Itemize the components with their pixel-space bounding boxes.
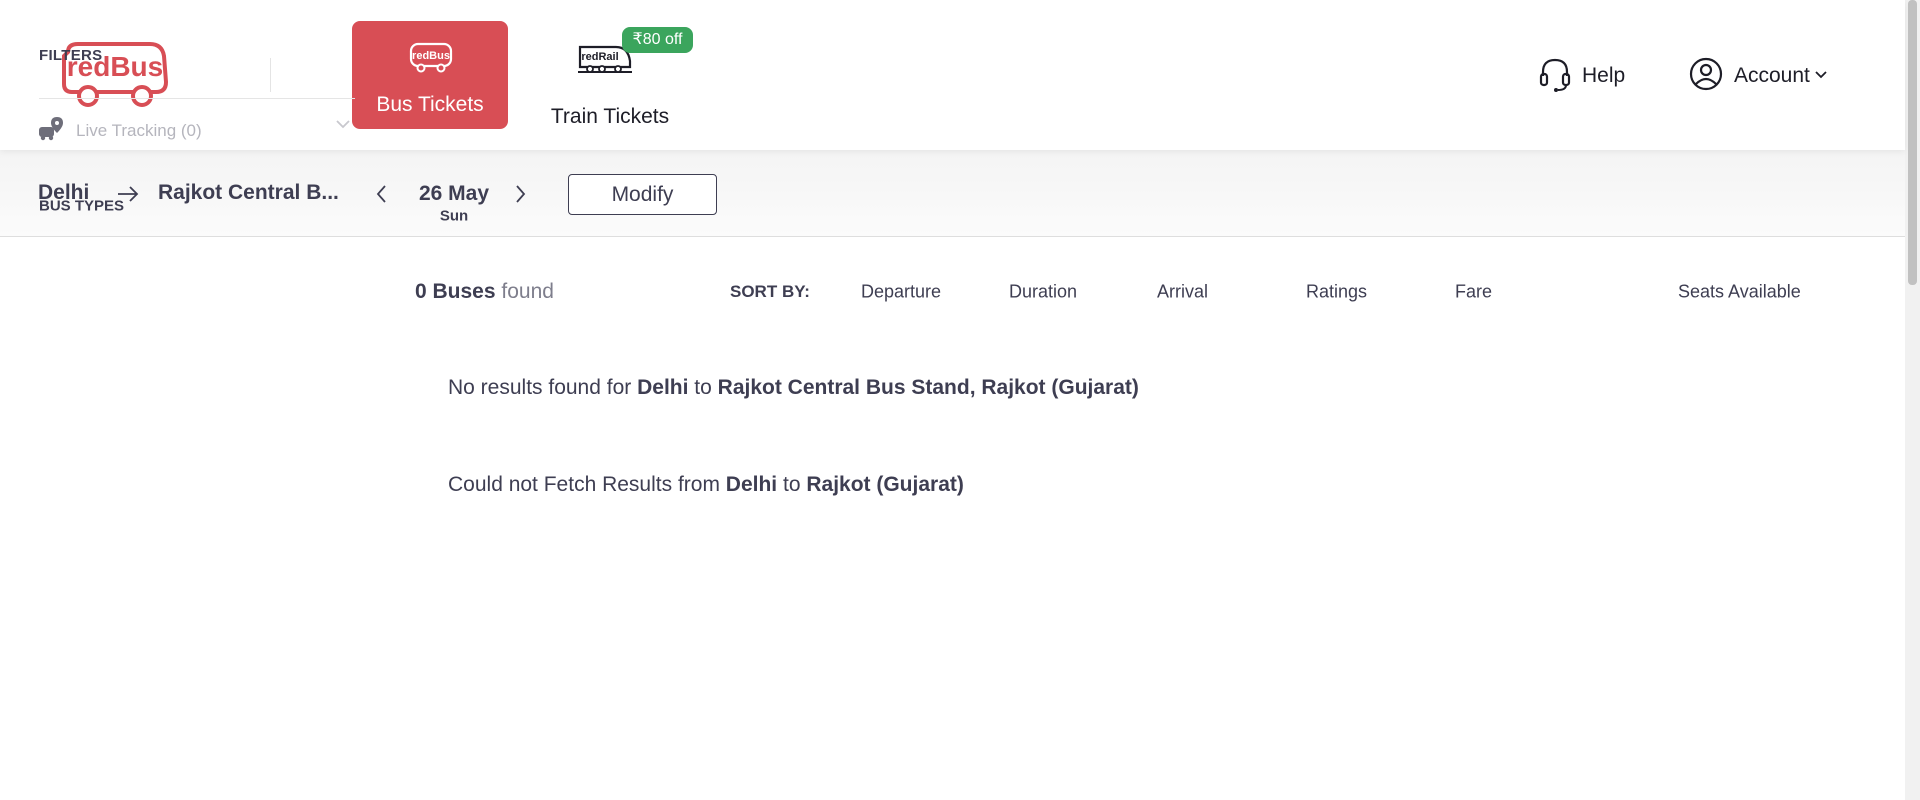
help-link[interactable]: Help: [1538, 56, 1625, 96]
live-tracking-filter[interactable]: Live Tracking (0): [38, 115, 202, 146]
live-tracking-label: Live Tracking (0): [76, 120, 202, 140]
no-results-prefix: No results found for: [448, 376, 632, 399]
buses-count: 0 Buses: [415, 280, 496, 303]
sort-departure[interactable]: Departure: [861, 282, 941, 303]
chevron-down-icon: [1814, 67, 1828, 85]
journey-date: 26 May: [418, 182, 490, 205]
no-results-to: Rajkot Central Bus Stand, Rajkot (Gujara…: [717, 376, 1139, 399]
account-menu[interactable]: Account: [1688, 56, 1828, 96]
account-label: Account: [1734, 64, 1810, 87]
help-label: Help: [1582, 64, 1626, 87]
page-scrollbar[interactable]: [1905, 0, 1920, 800]
tab-bus-tickets-label: Bus Tickets: [376, 93, 484, 116]
chevron-left-icon[interactable]: [374, 183, 388, 210]
bus-icon: redBus: [408, 41, 454, 73]
sort-ratings[interactable]: Ratings: [1306, 282, 1367, 303]
fetch-error-joiner: to: [782, 473, 801, 496]
buses-found-count: 0 Buses found: [415, 280, 554, 304]
train-icon-text: redRail: [581, 51, 618, 63]
bus-types-heading: BUS TYPES: [39, 197, 125, 215]
top-header: redBus redBus Bus Tickets redRail Train …: [0, 0, 1905, 150]
map-pin-bus-icon: [38, 115, 64, 146]
sort-arrival[interactable]: Arrival: [1157, 282, 1208, 303]
headset-icon: [1538, 56, 1572, 97]
buses-count-suffix: found: [501, 280, 554, 303]
fetch-error-from: Delhi: [725, 473, 778, 496]
no-results-joiner: to: [694, 376, 712, 399]
journey-day: Sun: [439, 207, 469, 225]
user-circle-icon: [1688, 56, 1724, 97]
modify-button[interactable]: Modify: [568, 174, 717, 215]
tab-train-tickets-label: Train Tickets: [550, 105, 670, 128]
fetch-error-prefix: Could not Fetch Results from: [448, 473, 720, 496]
bus-icon-text: redBus: [412, 50, 450, 62]
nav-divider: [270, 58, 271, 92]
filter-divider: [39, 98, 355, 99]
sort-duration[interactable]: Duration: [1009, 282, 1077, 303]
filters-heading: FILTERS: [39, 47, 103, 64]
no-results-from: Delhi: [637, 376, 689, 399]
fetch-error-to: Rajkot (Gujarat): [806, 473, 964, 496]
tab-bus-tickets[interactable]: redBus Bus Tickets: [352, 21, 508, 129]
fetch-error-message: Could not Fetch Results from Delhi to Ra…: [448, 473, 964, 497]
sort-fare[interactable]: Fare: [1455, 282, 1492, 303]
sort-seats-available[interactable]: Seats Available: [1678, 282, 1801, 303]
no-results-message: No results found for Delhi to Rajkot Cen…: [448, 376, 1139, 400]
chevron-right-icon[interactable]: [514, 183, 528, 210]
sort-by-label: SORT BY:: [730, 282, 810, 301]
route-destination[interactable]: Rajkot Central B...: [158, 181, 339, 205]
chevron-down-icon[interactable]: [335, 117, 351, 135]
offer-badge: ₹80 off: [622, 27, 693, 53]
scrollbar-thumb[interactable]: [1908, 0, 1917, 285]
